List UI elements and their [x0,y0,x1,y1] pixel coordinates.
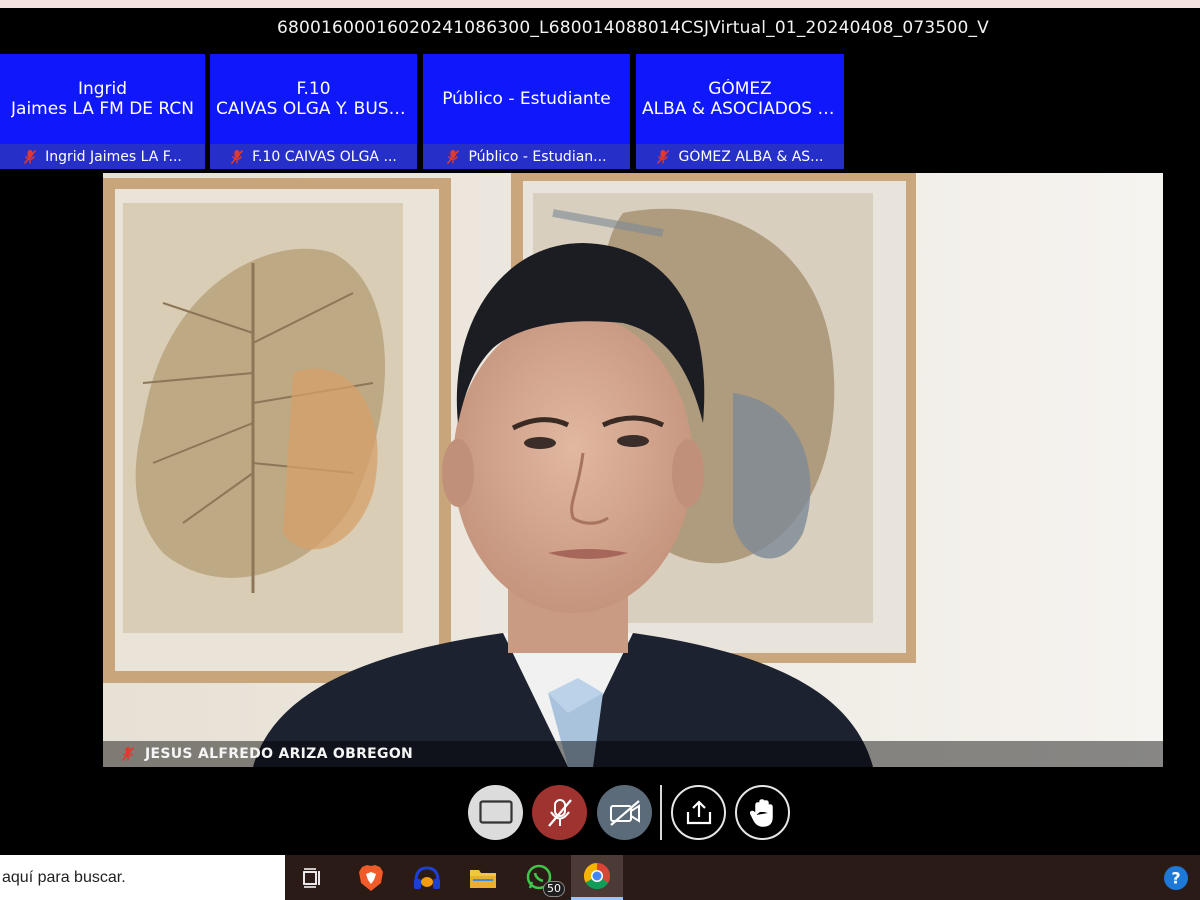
speaker-label: JESUS ALFREDO ARIZA OBREGON [103,741,1163,767]
microphone-off-icon [547,798,572,827]
participant-footer: Ingrid Jaimes LA F... [0,144,205,169]
task-view-button[interactable] [289,855,337,900]
video-frame-illustration [103,173,1163,767]
participant-tile[interactable]: GÓMEZ ALBA & ASOCIADOS - ... GÓMEZ ALBA … [636,54,844,169]
top-strip [0,0,1200,8]
taskbar-search-input[interactable]: aquí para buscar. [0,855,285,900]
participant-name-line1: Público - Estudiante [442,89,611,109]
help-button[interactable]: ? [1152,855,1200,900]
microphone-off-icon [231,149,244,164]
participant-name-line2: Jaimes LA FM DE RCN [11,99,194,119]
raise-hand-button[interactable] [735,785,790,840]
camera-button[interactable] [597,785,652,840]
participant-name: Público - Estudiante [423,54,630,144]
participant-name: GÓMEZ ALBA & ASOCIADOS - ... [636,54,844,144]
meeting-controls [0,785,1200,841]
microphone-off-icon [447,149,460,164]
participant-footer-label: Público - Estudian... [468,148,607,165]
participant-name-line2: CAIVAS OLGA Y. BUST... [216,99,411,119]
svg-text:?: ? [1171,868,1180,887]
participant-footer-label: Ingrid Jaimes LA F... [45,148,182,165]
camera-off-icon [609,799,640,826]
folder-icon [470,869,496,888]
controls-divider [660,785,662,840]
participant-footer-label: F.10 CAIVAS OLGA ... [252,148,397,165]
help-question-icon: ? [1164,865,1188,890]
share-upload-icon [686,799,711,824]
participant-footer: F.10 CAIVAS OLGA ... [210,144,417,169]
main-video[interactable]: JESUS ALFREDO ARIZA OBREGON [103,173,1163,767]
layout-button[interactable] [468,785,523,840]
participant-name-line1: F.10 [296,79,331,99]
participant-name-line1: GÓMEZ [708,79,772,99]
chrome-icon [583,862,611,890]
taskbar: aquí para buscar. 50 ? [0,855,1200,900]
participant-tile[interactable]: F.10 CAIVAS OLGA Y. BUST... F.10 CAIVAS … [210,54,417,169]
brave-lion-icon [359,864,383,891]
file-explorer-button[interactable] [459,855,507,900]
notification-badge: 50 [543,881,565,897]
participant-footer: Público - Estudian... [423,144,630,169]
participant-name-line2: ALBA & ASOCIADOS - ... [642,99,838,119]
share-screen-button[interactable] [671,785,726,840]
meeting-title: 68001600016020241086300_L680014088014CSJ… [276,18,990,38]
participant-tile[interactable]: Ingrid Jaimes LA FM DE RCN Ingrid Jaimes… [0,54,205,169]
participant-name: Ingrid Jaimes LA FM DE RCN [0,54,205,144]
participant-name-line1: Ingrid [77,79,128,99]
brave-button[interactable] [347,855,395,900]
participant-name: F.10 CAIVAS OLGA Y. BUST... [210,54,417,144]
microphone-off-icon [23,149,37,164]
participant-footer: GÓMEZ ALBA & AS... [636,144,844,169]
whatsapp-button[interactable]: 50 [515,855,565,900]
audio-app-button[interactable] [403,855,451,900]
microphone-off-icon [121,746,135,762]
participant-tile[interactable]: Público - Estudiante Público - Estudian.… [423,54,630,169]
screen-layout-icon [478,799,513,824]
task-view-icon [303,867,320,888]
microphone-button[interactable] [532,785,587,840]
headphones-icon [414,865,440,889]
hand-icon [749,798,773,827]
chrome-button[interactable] [571,855,623,900]
participant-footer-label: GÓMEZ ALBA & AS... [678,148,824,165]
microphone-off-icon [657,149,670,164]
speaker-name: JESUS ALFREDO ARIZA OBREGON [145,746,414,762]
